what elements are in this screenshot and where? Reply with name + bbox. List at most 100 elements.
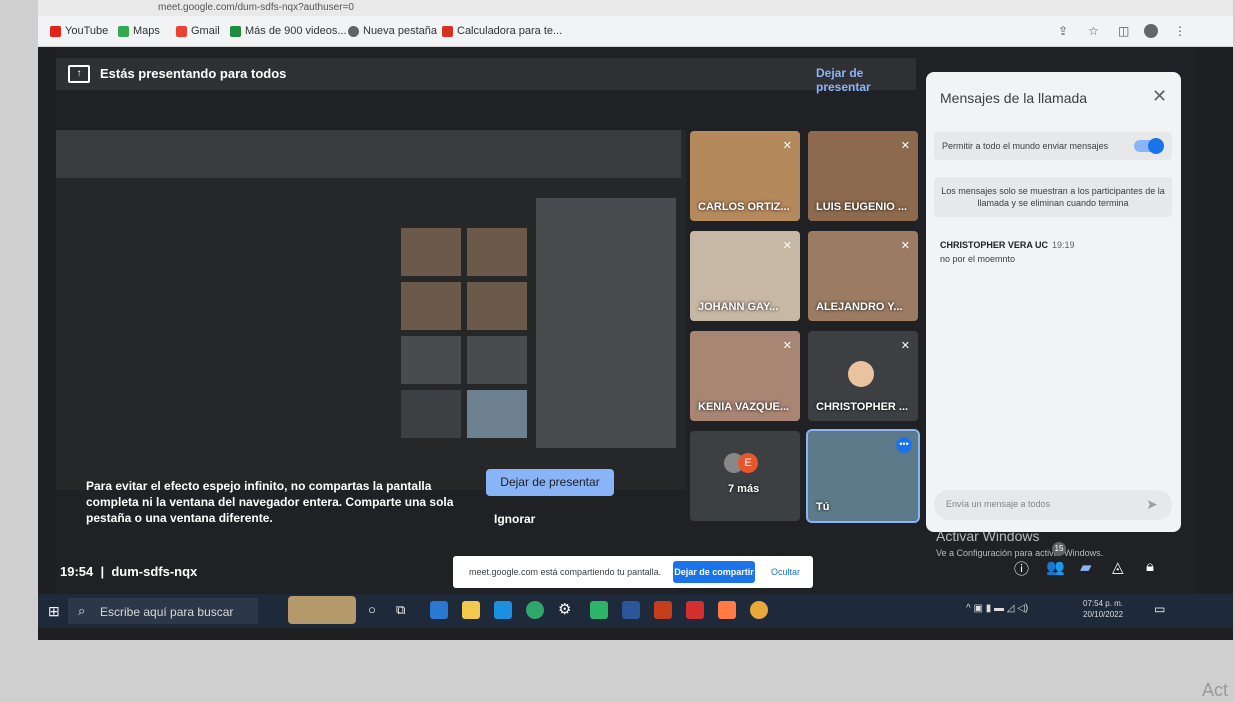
bookmark-label: Calculadora para te...: [457, 25, 563, 37]
settings-icon[interactable]: ⚙: [558, 600, 571, 618]
activate-windows-sub: Ve a Configuración para activar Windows.: [936, 548, 1104, 558]
sheets-icon: [230, 25, 241, 37]
author-name: CHRISTOPHER VERA UC: [940, 240, 1049, 250]
people-icon[interactable]: 👥: [1046, 558, 1065, 576]
menu-kebab-icon[interactable]: ⋮: [1174, 24, 1186, 38]
mirror-tile: [401, 390, 461, 438]
mirror-tile-grid: [401, 228, 531, 448]
close-icon[interactable]: ✕: [1152, 86, 1167, 107]
tray-icons[interactable]: ^ ▣ ▮ ▬ ◿ ◁): [966, 603, 1028, 614]
message-time: 19:19: [1052, 240, 1075, 250]
bookmark-calculator[interactable]: Calculadora para te...: [442, 25, 562, 37]
bookmark-maps[interactable]: Maps: [118, 25, 160, 37]
app-icon[interactable]: [718, 601, 736, 619]
taskbar-clock[interactable]: 07:54 p. m. 20/10/2022: [1083, 598, 1123, 620]
mirror-browser-chrome: [56, 130, 681, 178]
mirror-tile: [467, 390, 527, 438]
send-icon[interactable]: ➤: [1146, 496, 1158, 513]
present-screen-icon: ↑: [68, 65, 90, 83]
lock-icon[interactable]: 🔒︎: [1146, 558, 1154, 575]
task-view-icon[interactable]: ⧉: [396, 602, 405, 618]
bookmark-videos[interactable]: Más de 900 videos...: [230, 25, 347, 37]
participant-tile[interactable]: ✕ LUIS EUGENIO ...: [808, 131, 918, 221]
stop-presenting-link[interactable]: Dejar de presentar: [816, 66, 916, 94]
bookmark-label: Más de 900 videos...: [245, 25, 347, 37]
permission-toggle[interactable]: [1134, 138, 1164, 154]
app-icon[interactable]: [590, 601, 608, 619]
toggle-knob: [1148, 138, 1164, 154]
share-notice-text: meet.google.com está compartiendo tu pan…: [469, 567, 662, 577]
ignore-button[interactable]: Ignorar: [494, 512, 535, 526]
bookmarks-bar: YouTube Maps Gmail Más de 900 videos... …: [38, 16, 1233, 47]
participant-name: ALEJANDRO Y...: [816, 301, 903, 313]
chat-icon[interactable]: ▰: [1080, 558, 1092, 576]
more-participants-tile[interactable]: E 7 más: [690, 431, 800, 521]
app-icon[interactable]: [430, 601, 448, 619]
mic-off-icon: ✕: [900, 140, 910, 152]
bookmark-youtube[interactable]: YouTube: [50, 25, 108, 37]
mirrored-screen-share: [56, 130, 686, 490]
powerpoint-icon[interactable]: [654, 601, 672, 619]
permission-row: Permitir a todo el mundo enviar mensajes: [934, 132, 1172, 160]
chat-panel: Mensajes de la llamada ✕ Permitir a todo…: [926, 72, 1181, 532]
youtube-icon: [50, 25, 61, 37]
search-icon: ⌕: [78, 603, 86, 618]
sidebar-icon[interactable]: ◫: [1118, 24, 1129, 38]
meeting-code: dum-sdfs-nqx: [111, 564, 198, 579]
chat-input[interactable]: Envía un mensaje a todos ➤: [934, 490, 1172, 520]
taskbar-search[interactable]: ⌕ Escribe aquí para buscar: [68, 598, 258, 624]
notification-icon[interactable]: ▭: [1154, 602, 1165, 616]
mic-off-icon: ✕: [782, 140, 792, 152]
activate-watermark-fragment: Act: [1202, 680, 1229, 700]
participant-tile[interactable]: ✕ KENIA VAZQUE...: [690, 331, 800, 421]
chat-input-placeholder: Envía un mensaje a todos: [946, 499, 1051, 509]
meet-window: ↑ Estás presentando para todos Dejar de …: [56, 48, 1196, 593]
mirror-tile: [467, 336, 527, 384]
bookmark-gmail[interactable]: Gmail: [176, 25, 220, 37]
edge-icon[interactable]: [526, 601, 544, 619]
mirror-tile: [467, 282, 527, 330]
windows-start-icon[interactable]: ⊞: [48, 603, 60, 620]
participant-name: JOHANN GAY...: [698, 301, 779, 313]
calculator-icon: [442, 25, 453, 37]
word-icon[interactable]: [622, 601, 640, 619]
address-bar[interactable]: meet.google.com/dum-sdfs-nqx?authuser=0: [38, 0, 1233, 16]
cortana-icon[interactable]: ○: [368, 602, 376, 617]
participant-name: CHRISTOPHER ...: [816, 401, 909, 413]
presenting-banner: ↑ Estás presentando para todos Dejar de …: [56, 58, 916, 94]
more-options-icon[interactable]: •••: [896, 437, 912, 453]
bookmark-label: YouTube: [65, 25, 109, 37]
participant-tile[interactable]: ✕ CHRISTOPHER ...: [808, 331, 918, 421]
stop-presenting-button[interactable]: Dejar de presentar: [486, 469, 614, 496]
participant-name: 7 más: [728, 483, 760, 495]
share-page-icon[interactable]: ⇪: [1058, 24, 1068, 38]
star-icon[interactable]: ☆: [1088, 24, 1099, 38]
participant-name: CARLOS ORTIZ...: [698, 201, 790, 213]
url-text: meet.google.com/dum-sdfs-nqx?authuser=0: [158, 2, 354, 13]
profile-avatar[interactable]: [1144, 24, 1158, 38]
bookmark-label: Nueva pestaña: [363, 25, 437, 37]
clock-date: 20/10/2022: [1083, 610, 1124, 619]
info-icon[interactable]: ⓘ: [1014, 558, 1029, 579]
chat-title: Mensajes de la llamada: [940, 90, 1088, 106]
hide-button[interactable]: Ocultar: [771, 567, 800, 577]
search-placeholder: Escribe aquí para buscar: [100, 605, 234, 619]
mail-icon[interactable]: [494, 601, 512, 619]
mirror-tile: [401, 282, 461, 330]
participant-tile[interactable]: ✕ ALEJANDRO Y...: [808, 231, 918, 321]
bookmark-label: Maps: [133, 25, 160, 37]
activities-icon[interactable]: ◬: [1112, 558, 1124, 576]
mic-off-icon: ✕: [900, 340, 910, 352]
acrobat-icon[interactable]: [686, 601, 704, 619]
gmail-icon: [176, 25, 187, 37]
file-explorer-icon[interactable]: [462, 601, 480, 619]
self-tile[interactable]: ••• Tú: [806, 429, 920, 523]
chrome-icon[interactable]: [750, 601, 768, 619]
message-author: CHRISTOPHER VERA UC 19:19: [940, 240, 1075, 250]
monitor-screen: meet.google.com/dum-sdfs-nqx?authuser=0 …: [38, 0, 1233, 640]
participant-tile[interactable]: ✕ CARLOS ORTIZ...: [690, 131, 800, 221]
stop-sharing-button[interactable]: Dejar de compartir: [673, 561, 755, 583]
bookmark-label: Gmail: [191, 25, 220, 37]
participant-tile[interactable]: ✕ JOHANN GAY...: [690, 231, 800, 321]
bookmark-new-tab[interactable]: Nueva pestaña: [348, 25, 437, 37]
